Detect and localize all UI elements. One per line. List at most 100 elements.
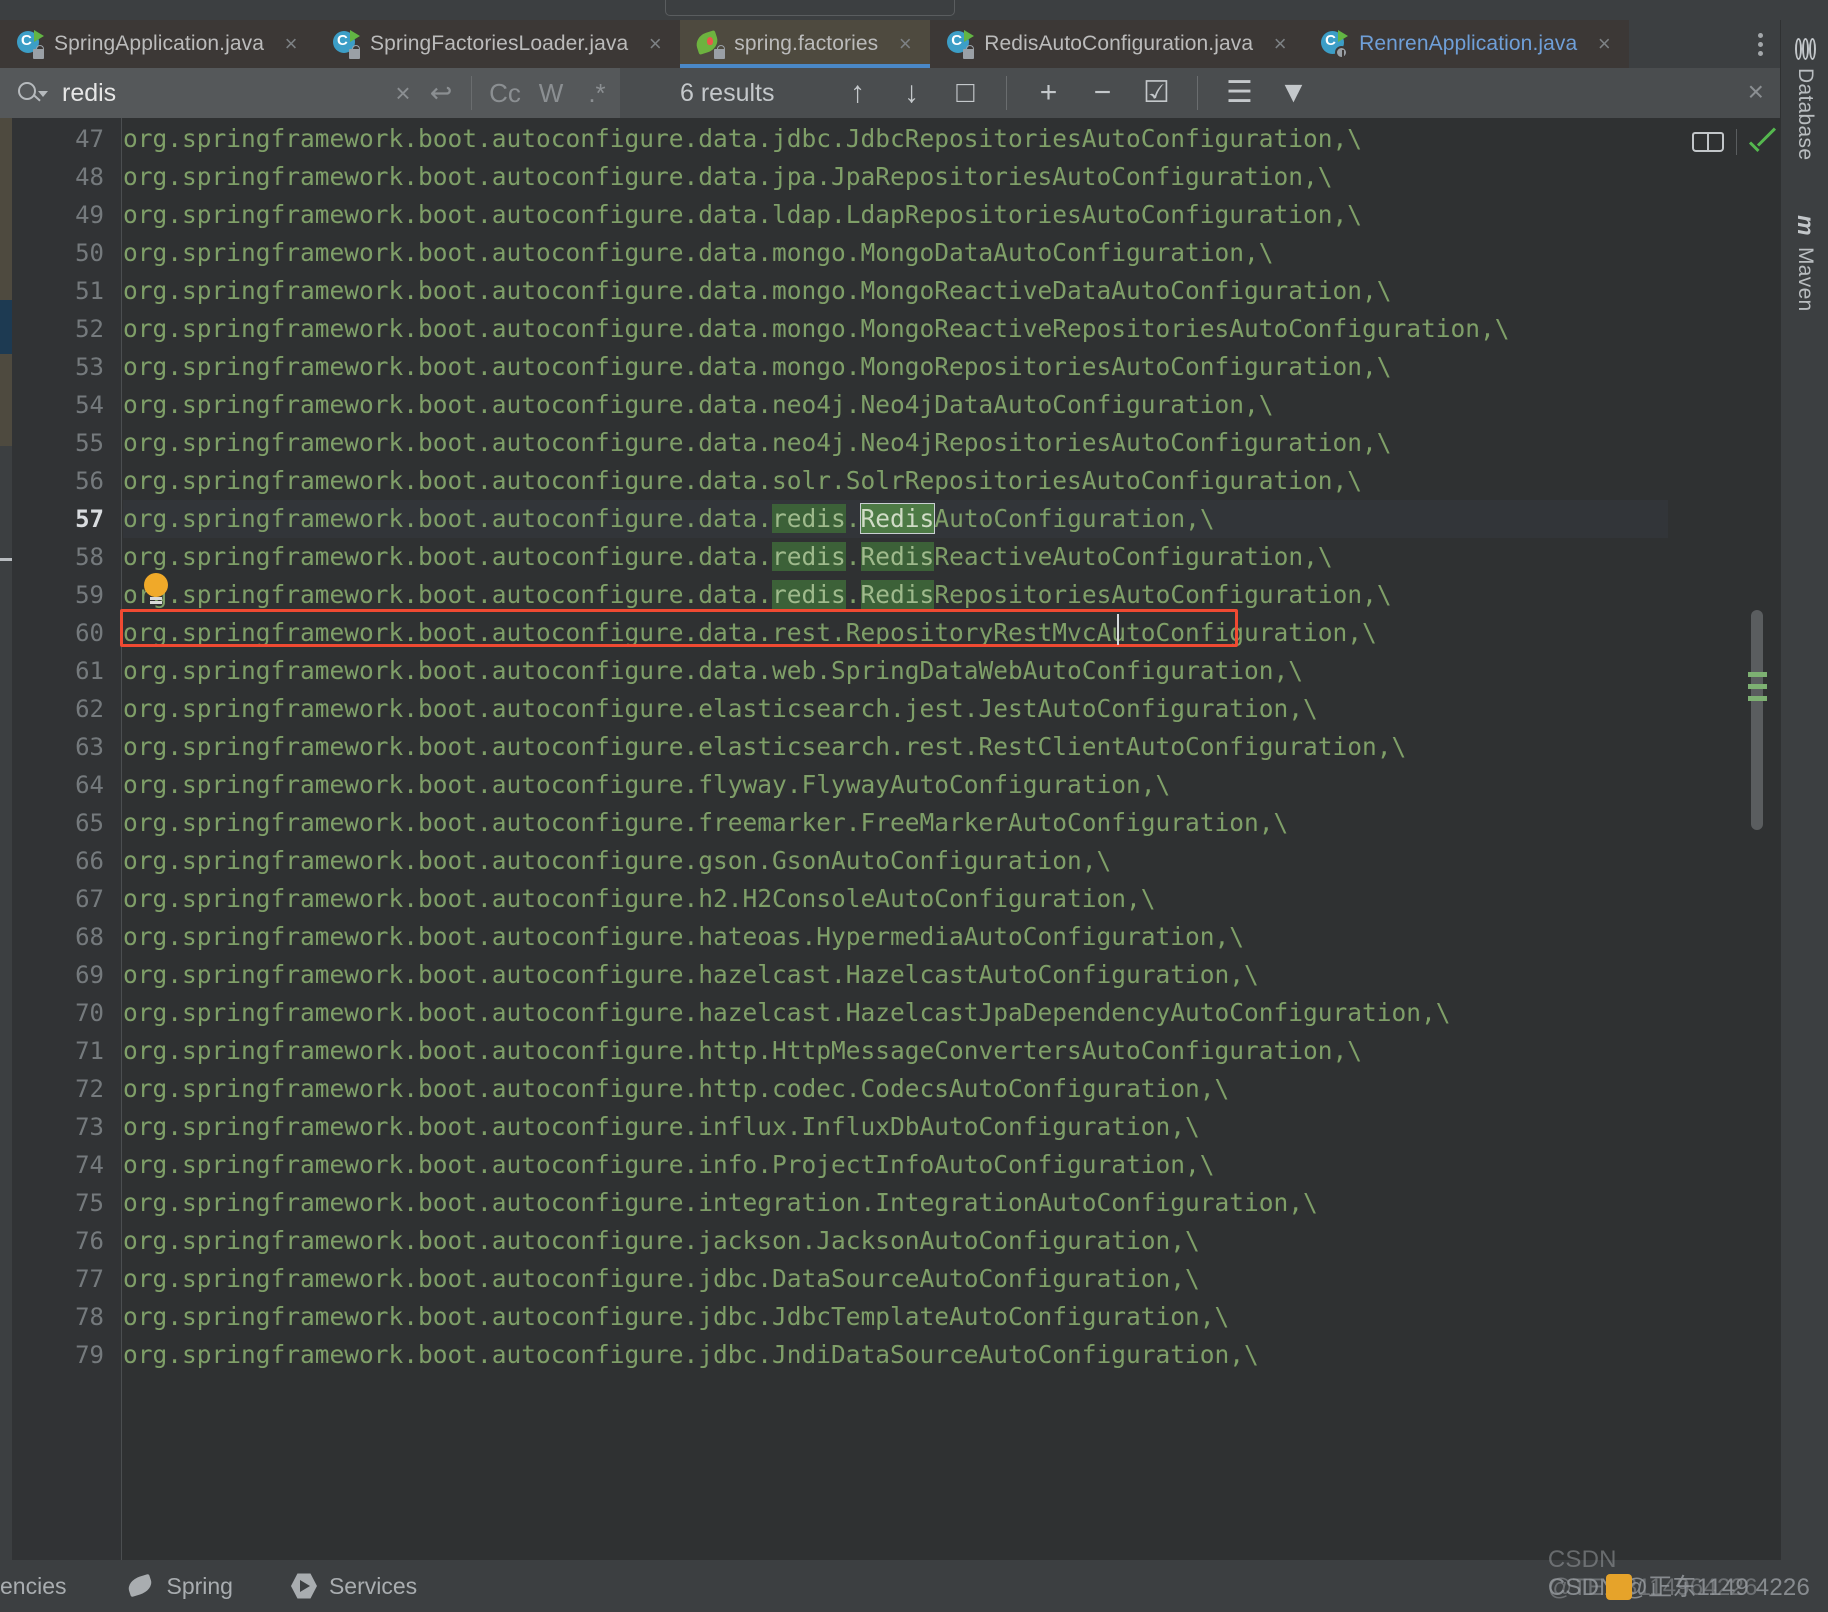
editor-tab-redisautoconfiguration[interactable]: C RedisAutoConfiguration.java × [930,20,1306,68]
code-line[interactable]: org.springframework.boot.autoconfigure.d… [123,462,1362,500]
code-line[interactable]: org.springframework.boot.autoconfigure.j… [123,1260,1200,1298]
line-number[interactable]: 65 [14,804,104,842]
line-number[interactable]: 68 [14,918,104,956]
editor-tab-spring-factories[interactable]: spring.factories × [680,20,931,68]
code-line[interactable]: org.springframework.boot.autoconfigure.d… [123,500,1668,538]
line-number[interactable]: 47 [14,120,104,158]
code-line[interactable]: org.springframework.boot.autoconfigure.g… [123,842,1111,880]
remove-occurrence-button[interactable]: − [1075,68,1129,118]
editor-vertical-scrollbar[interactable] [1748,118,1767,1560]
line-number[interactable]: 76 [14,1222,104,1260]
code-line[interactable]: org.springframework.boot.autoconfigure.e… [123,728,1406,766]
editor-area[interactable]: 47 48 49 50 51 52 53 54 55 56 57 58 59 60 61 62 63 64 65 66… [0,118,1780,1560]
line-number[interactable]: 69 [14,956,104,994]
code-line[interactable]: org.springframework.boot.autoconfigure.d… [123,196,1362,234]
select-all-lines-button[interactable]: ☑ [1129,68,1183,118]
tab-overflow-menu-icon[interactable] [1740,20,1780,68]
code-line[interactable]: org.springframework.boot.autoconfigure.i… [123,1108,1200,1146]
find-next-button[interactable]: ↓ [884,68,938,118]
code-line[interactable]: org.springframework.boot.autoconfigure.d… [123,348,1392,386]
code-content[interactable]: org.springframework.boot.autoconfigure.d… [123,118,1780,1560]
code-line[interactable]: org.springframework.boot.autoconfigure.d… [123,310,1510,348]
code-line[interactable]: org.springframework.boot.autoconfigure.h… [123,918,1244,956]
code-line[interactable]: org.springframework.boot.autoconfigure.d… [123,272,1392,310]
status-item-services[interactable]: Services [290,1573,417,1600]
line-number[interactable]: 75 [14,1184,104,1222]
line-number[interactable]: 61 [14,652,104,690]
search-history-icon[interactable]: ↩ [421,79,461,107]
tab-close-icon[interactable]: × [280,33,302,55]
run-configuration-selector[interactable] [665,0,955,16]
line-number[interactable]: 48 [14,158,104,196]
status-item-dependencies[interactable]: encies [0,1573,66,1600]
editor-tab-renrenapplication[interactable]: C RenrenApplication.java × [1305,20,1630,68]
line-number[interactable]: 49 [14,196,104,234]
scrollbar-thumb[interactable] [1751,610,1763,830]
intention-bulb-icon[interactable] [142,573,170,607]
code-line[interactable]: org.springframework.boot.autoconfigure.f… [123,804,1288,842]
line-number[interactable]: 64 [14,766,104,804]
code-line[interactable]: org.springframework.boot.autoconfigure.j… [123,1336,1259,1374]
line-number[interactable]: 62 [14,690,104,728]
words-toggle[interactable]: W [528,78,574,109]
clear-search-icon[interactable]: × [385,80,421,106]
line-number[interactable]: 54 [14,386,104,424]
code-line[interactable]: org.springframework.boot.autoconfigure.h… [123,1032,1362,1070]
line-number[interactable]: 79 [14,1336,104,1374]
editor-tab-springapplication[interactable]: C SpringApplication.java × [0,20,316,68]
scrollbar-match-marker[interactable] [1748,684,1767,689]
line-number[interactable]: 67 [14,880,104,918]
line-number-gutter[interactable]: 47 48 49 50 51 52 53 54 55 56 57 58 59 60 61 62 63 64 65 66… [12,118,122,1560]
tab-close-icon[interactable]: × [894,33,916,55]
code-line[interactable]: org.springframework.boot.autoconfigure.j… [123,1222,1200,1260]
code-line[interactable]: org.springframework.boot.autoconfigure.h… [123,994,1451,1032]
line-number[interactable]: 74 [14,1146,104,1184]
code-line[interactable]: org.springframework.boot.autoconfigure.d… [123,158,1333,196]
code-line[interactable]: org.springframework.boot.autoconfigure.d… [123,424,1392,462]
line-number[interactable]: 53 [14,348,104,386]
tab-close-icon[interactable]: × [1269,33,1291,55]
line-number[interactable]: 59 [14,576,104,614]
line-number[interactable]: 56 [14,462,104,500]
code-line[interactable]: org.springframework.boot.autoconfigure.d… [123,576,1392,614]
code-line[interactable]: org.springframework.boot.autoconfigure.d… [123,538,1333,576]
code-line[interactable]: org.springframework.boot.autoconfigure.e… [123,690,1318,728]
code-line[interactable]: org.springframework.boot.autoconfigure.h… [123,1070,1229,1108]
status-item-spring[interactable]: Spring [126,1573,233,1600]
tool-window-maven[interactable]: m Maven [1781,202,1828,311]
line-number[interactable]: 66 [14,842,104,880]
tab-close-icon[interactable]: × [1593,33,1615,55]
code-line[interactable]: org.springframework.boot.autoconfigure.h… [123,880,1156,918]
line-number[interactable]: 51 [14,272,104,310]
tool-window-database[interactable]: Database [1781,28,1828,160]
line-number[interactable]: 57 [14,500,104,538]
find-previous-button[interactable]: ↑ [830,68,884,118]
code-line[interactable]: org.springframework.boot.autoconfigure.d… [123,614,1377,652]
code-line[interactable]: org.springframework.boot.autoconfigure.i… [123,1184,1318,1222]
line-number[interactable]: 63 [14,728,104,766]
search-icon[interactable] [18,80,48,106]
code-line[interactable]: org.springframework.boot.autoconfigure.d… [123,120,1362,158]
scrollbar-match-marker[interactable] [1748,696,1767,701]
filter-list-button[interactable]: ☰ [1212,68,1266,118]
line-number[interactable]: 72 [14,1070,104,1108]
select-all-occurrences-button[interactable]: □ [938,68,992,118]
reader-mode-icon[interactable] [1692,130,1724,154]
line-number[interactable]: 55 [14,424,104,462]
code-line[interactable]: org.springframework.boot.autoconfigure.i… [123,1146,1215,1184]
code-line[interactable]: org.springframework.boot.autoconfigure.d… [123,234,1274,272]
line-number[interactable]: 60 [14,614,104,652]
line-number[interactable]: 50 [14,234,104,272]
search-input[interactable]: redis × ↩ Cc W .* [0,68,620,118]
add-occurrence-button[interactable]: + [1021,68,1075,118]
regex-toggle[interactable]: .* [574,78,620,109]
tab-close-icon[interactable]: × [644,33,666,55]
code-line[interactable]: org.springframework.boot.autoconfigure.d… [123,386,1274,424]
editor-tab-springfactoriesloader[interactable]: C SpringFactoriesLoader.java × [316,20,681,68]
code-line[interactable]: org.springframework.boot.autoconfigure.h… [123,956,1259,994]
close-find-toolbar-icon[interactable]: × [1748,78,1764,106]
line-number[interactable]: 71 [14,1032,104,1070]
line-number[interactable]: 70 [14,994,104,1032]
code-line[interactable]: org.springframework.boot.autoconfigure.j… [123,1298,1229,1336]
line-number[interactable]: 52 [14,310,104,348]
